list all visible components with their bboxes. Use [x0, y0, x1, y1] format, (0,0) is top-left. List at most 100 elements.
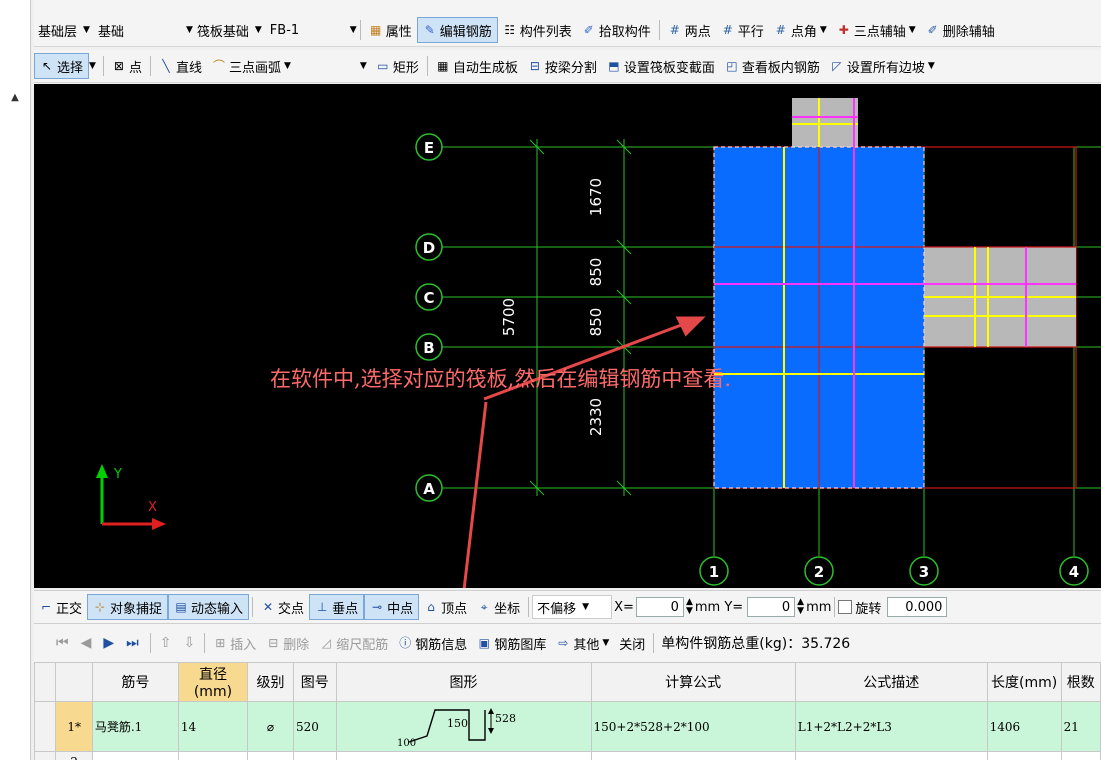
pick-component-button[interactable]: ✐ 拾取构件 — [577, 18, 656, 42]
drawing-svg[interactable]: E D C B A 1 2 3 4 1670 850 850 2330 5700 — [34, 84, 1101, 588]
component-select[interactable]: FB-1 — [266, 19, 350, 41]
y-spinner-icon[interactable]: ▲ ▼ — [797, 598, 804, 616]
cell-bar-name[interactable]: 马凳筋.1 — [91, 701, 179, 752]
midpoint-button[interactable]: ⊸ 中点 — [364, 594, 420, 620]
cell-length[interactable]: 1406 — [986, 701, 1062, 752]
parallel-button[interactable]: # 平行 — [716, 18, 769, 42]
header-count[interactable]: 根数 — [1060, 662, 1101, 702]
auto-slab-label: 自动生成板 — [452, 60, 518, 76]
cell-formula-desc[interactable]: L1+2*L2+2*L3 — [794, 701, 988, 752]
select-dropdown-icon[interactable]: ▼ — [89, 61, 96, 71]
coordinate-button[interactable]: ⌖ 坐标 — [472, 595, 525, 619]
cell-count[interactable]: 21 — [1060, 701, 1101, 752]
auto-slab-icon: ▦ — [437, 59, 449, 73]
next-record-icon[interactable]: ▶ — [103, 635, 114, 651]
table-row[interactable]: 1* 马凳筋.1 14 ⌀ 520 150 528 100 150+2*528+… — [34, 701, 1101, 752]
ortho-button[interactable]: ⌐ 正交 — [34, 595, 87, 619]
cell-formula[interactable]: 150+2*528+2*100 — [590, 701, 796, 752]
three-point-axis-icon: ✚ — [838, 23, 849, 37]
properties-button[interactable]: ▦ 属性 — [364, 18, 417, 42]
cell-shape[interactable] — [335, 751, 592, 760]
header-shape[interactable]: 图形 — [335, 662, 592, 702]
cell-grade[interactable] — [246, 751, 295, 760]
select-button[interactable]: ↖ 选择 — [34, 53, 90, 79]
object-snap-button[interactable]: ⊹ 对象捕捉 — [87, 594, 169, 620]
set-section-button[interactable]: ⬒ 设置筏板变截面 — [602, 54, 720, 78]
offset-select[interactable]: 不偏移 ▼ — [532, 595, 613, 619]
auto-slab-button[interactable]: ▦ 自动生成板 — [431, 54, 523, 78]
set-slopes-button[interactable]: ◸ 设置所有边坡 ▼ — [825, 54, 940, 78]
component-dropdown-icon[interactable]: ▼ — [350, 25, 357, 35]
edit-rebar-button[interactable]: ✎ 编辑钢筋 — [416, 17, 498, 43]
arc-button[interactable]: ⌒ 三点画弧 ▼ — [207, 54, 296, 78]
header-formula-desc[interactable]: 公式描述 — [794, 662, 988, 702]
floor-select[interactable]: 基础层 ▼ — [34, 19, 94, 41]
cell-count[interactable] — [1060, 751, 1101, 760]
move-up-icon[interactable]: ⇧ — [160, 635, 172, 651]
header-formula[interactable]: 计算公式 — [590, 662, 796, 702]
ortho-label: 正交 — [56, 601, 83, 617]
axis-label-C: C — [423, 289, 434, 307]
split-by-beam-button[interactable]: ⊟ 按梁分割 — [523, 54, 602, 78]
view-slab-rebar-button[interactable]: ◰ 查看板内钢筋 — [720, 54, 825, 78]
delete-row-button[interactable]: ⊟ 删除 — [261, 631, 314, 655]
perpendicular-button[interactable]: ⊥ 垂点 — [309, 594, 365, 620]
dynamic-input-icon: ▤ — [175, 600, 187, 614]
rect-button[interactable]: ▭ 矩形 — [371, 54, 424, 78]
shape-label-b: 528 — [495, 712, 516, 725]
scale-rebar-button[interactable]: ◿ 缩尺配筋 — [314, 631, 393, 655]
vertex-button[interactable]: ⌂ 顶点 — [419, 595, 472, 619]
cell-fig-no[interactable]: 520 — [293, 701, 337, 752]
header-fig-no[interactable]: 图号 — [293, 662, 337, 702]
insert-icon: ⊞ — [215, 636, 226, 650]
other-button[interactable]: ⇨ 其他 ▼ — [551, 631, 614, 655]
close-button[interactable]: 关闭 — [614, 631, 650, 655]
set-slopes-label: 设置所有边坡 — [846, 60, 925, 76]
cell-formula-desc[interactable] — [794, 751, 988, 760]
rotate-checkbox[interactable] — [838, 600, 853, 614]
move-down-icon[interactable]: ⇩ — [184, 635, 196, 651]
rebar-library-button[interactable]: ▣ 钢筋图库 — [472, 631, 551, 655]
category-select[interactable]: 基础 — [94, 19, 182, 41]
cell-fig-no[interactable] — [293, 751, 337, 760]
insert-button[interactable]: ⊞ 插入 — [208, 631, 261, 655]
cell-shape[interactable]: 150 528 100 — [335, 701, 592, 752]
y-input[interactable]: 0 — [747, 597, 796, 617]
shape-label-c: 100 — [397, 738, 416, 748]
cell-formula[interactable] — [590, 751, 796, 760]
line-button[interactable]: ╲ 直线 — [154, 54, 207, 78]
x-spinner-icon[interactable]: ▲ ▼ — [686, 598, 693, 616]
axis-label-2: 2 — [814, 563, 824, 581]
delete-axis-button[interactable]: ✐ 删除辅轴 — [921, 18, 1000, 42]
intersection-button[interactable]: ✕ 交点 — [256, 595, 309, 619]
arc-mode-select[interactable] — [296, 55, 360, 77]
point-angle-button[interactable]: # 点角 ▼ — [769, 18, 832, 42]
last-record-icon[interactable]: ⏭ — [126, 635, 139, 651]
header-length[interactable]: 长度(mm) — [986, 662, 1062, 702]
point-button[interactable]: ⊠ 点 — [107, 54, 147, 78]
scroll-up-icon[interactable]: ▲ — [8, 92, 22, 106]
cell-length[interactable] — [986, 751, 1062, 760]
cell-bar-name[interactable] — [91, 751, 179, 760]
cell-diameter[interactable] — [177, 751, 248, 760]
cell-diameter[interactable]: 14 — [177, 701, 248, 752]
prev-record-icon[interactable]: ◀ — [81, 635, 92, 651]
cell-grade[interactable]: ⌀ — [246, 701, 295, 752]
table-row[interactable]: 2 — [34, 751, 1101, 760]
first-record-icon[interactable]: ⏮ — [56, 635, 69, 651]
header-grade[interactable]: 级别 — [246, 662, 295, 702]
rebar-info-label: 钢筋信息 — [415, 637, 468, 653]
x-input[interactable]: 0 — [635, 597, 684, 617]
dynamic-input-button[interactable]: ▤ 动态输入 — [168, 594, 250, 620]
drawing-canvas[interactable]: E D C B A 1 2 3 4 1670 850 850 2330 5700 — [34, 84, 1101, 588]
type-select[interactable]: ▼ 筏板基础 ▼ — [182, 19, 266, 41]
rebar-info-button[interactable]: ⓘ 钢筋信息 — [393, 631, 472, 655]
two-points-button[interactable]: # 两点 — [663, 18, 716, 42]
column-top[interactable] — [792, 98, 858, 147]
header-bar-name[interactable]: 筋号 — [91, 662, 179, 702]
arc-mode-dropdown-icon[interactable]: ▼ — [360, 61, 367, 71]
rotate-input[interactable]: 0.000 — [887, 597, 948, 617]
header-diameter[interactable]: 直径(mm) — [177, 662, 248, 702]
component-list-button[interactable]: ☷ 构件列表 — [498, 18, 577, 42]
three-point-axis-button[interactable]: ✚ 三点辅轴 ▼ — [832, 18, 921, 42]
